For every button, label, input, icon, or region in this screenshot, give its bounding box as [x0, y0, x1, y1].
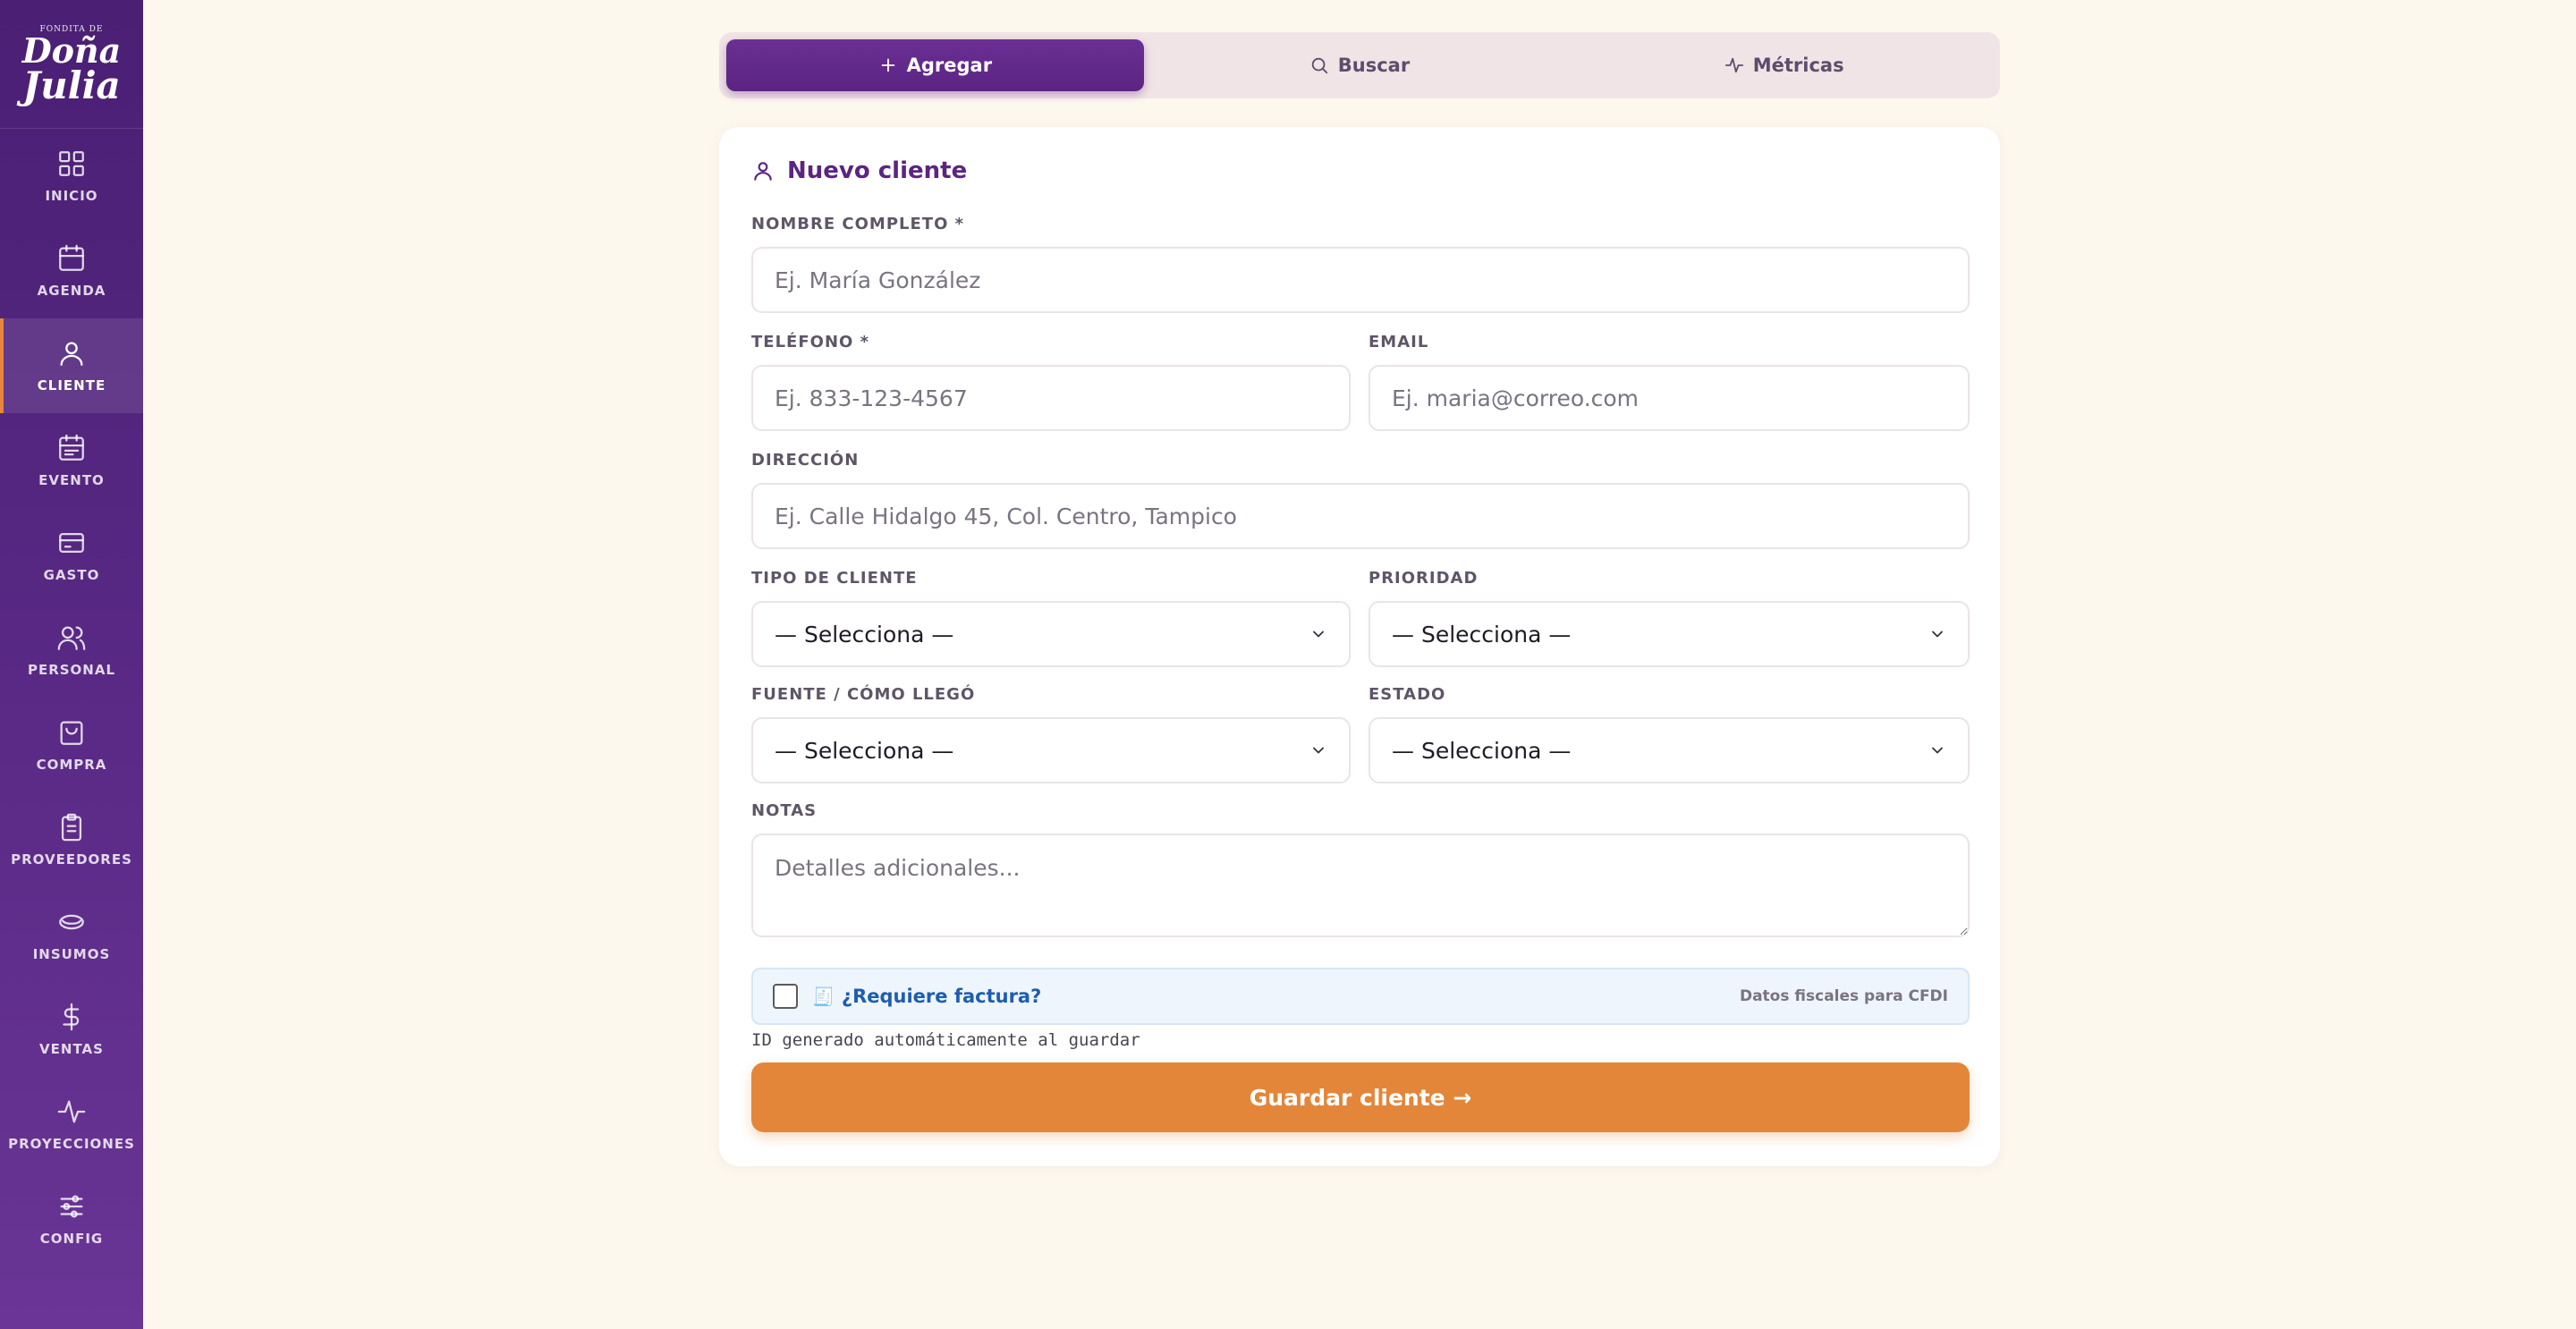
- prioridad-select-value: — Selecciona —: [1392, 621, 1572, 648]
- grid-icon: [59, 151, 84, 176]
- sidebar-item-cliente[interactable]: CLIENTE: [0, 318, 143, 413]
- sidebar-item-insumos[interactable]: INSUMOS: [0, 887, 143, 982]
- email-label: EMAIL: [1368, 333, 1429, 351]
- chevron-down-icon: [1932, 631, 1943, 638]
- form-title-text: Nuevo cliente: [787, 157, 968, 184]
- fuente-select[interactable]: — Selecciona —: [751, 717, 1351, 783]
- email-input[interactable]: [1368, 365, 1970, 431]
- sidebar-item-label: GASTO: [43, 567, 100, 583]
- brand-line2: Julia: [22, 63, 121, 107]
- tab-buscar[interactable]: Buscar: [1151, 39, 1569, 91]
- user-icon: [60, 342, 83, 366]
- estado-select-value: — Selecciona —: [1392, 737, 1572, 764]
- save-button[interactable]: Guardar cliente →: [751, 1062, 1970, 1132]
- direccion-input[interactable]: [751, 483, 1970, 549]
- activity-icon: [57, 1100, 86, 1123]
- chevron-down-icon: [1313, 631, 1324, 638]
- sidebar-item-label: PROVEEDORES: [11, 851, 132, 868]
- telefono-input[interactable]: [751, 365, 1351, 431]
- tab-agregar[interactable]: Agregar: [726, 39, 1144, 91]
- tab-label: Agregar: [906, 55, 993, 76]
- sidebar-item-label: CONFIG: [39, 1231, 104, 1247]
- sidebar-item-compra[interactable]: COMPRA: [0, 698, 143, 792]
- id-note: ID generado automáticamente al guardar: [751, 1030, 1140, 1050]
- tipo-select-value: — Selecciona —: [775, 621, 954, 648]
- sidebar-item-label: COMPRA: [36, 757, 107, 773]
- sidebar-item-gasto[interactable]: GASTO: [0, 508, 143, 603]
- tab-label: Buscar: [1337, 55, 1411, 76]
- sidebar-item-label: PROYECCIONES: [8, 1136, 135, 1152]
- telefono-label: TELÉFONO *: [751, 333, 869, 351]
- estado-select[interactable]: — Selecciona —: [1368, 717, 1970, 783]
- prioridad-select[interactable]: — Selecciona —: [1368, 601, 1970, 667]
- user-icon: [754, 162, 772, 181]
- activity-icon: [1724, 57, 1743, 73]
- factura-checkbox[interactable]: [773, 984, 798, 1009]
- plus-icon: [881, 58, 894, 72]
- sidebar-item-agenda[interactable]: AGENDA: [0, 224, 143, 318]
- sidebar-item-label: AGENDA: [37, 283, 106, 299]
- new-client-form: Nuevo cliente NOMBRE COMPLETO * TELÉFONO…: [719, 127, 2000, 1166]
- chevron-down-icon: [1932, 747, 1943, 754]
- prioridad-label: PRIORIDAD: [1368, 569, 1479, 588]
- dollar-icon: [63, 1003, 80, 1031]
- clipboard-icon: [61, 813, 82, 842]
- tipo-select[interactable]: — Selecciona —: [751, 601, 1351, 667]
- form-title: Nuevo cliente: [751, 157, 967, 184]
- brand-small: FONDITA DE: [39, 24, 104, 34]
- sidebar-item-label: PERSONAL: [27, 662, 116, 678]
- sidebar-item-config[interactable]: CONFIG: [0, 1172, 143, 1266]
- sidebar-item-inicio[interactable]: INICIO: [0, 129, 143, 224]
- sidebar-item-proveedores[interactable]: PROVEEDORES: [0, 792, 143, 887]
- users-icon: [57, 626, 86, 650]
- factura-note: Datos fiscales para CFDI: [1739, 987, 1948, 1005]
- sidebar-item-personal[interactable]: PERSONAL: [0, 603, 143, 698]
- fuente-select-value: — Selecciona —: [775, 737, 954, 764]
- sidebar-item-ventas[interactable]: VENTAS: [0, 982, 143, 1077]
- shopping-bag-icon: [60, 721, 83, 745]
- notas-textarea[interactable]: [751, 834, 1970, 937]
- calendar-icon: [59, 244, 84, 271]
- sidebar-item-evento[interactable]: EVENTO: [0, 413, 143, 508]
- sidebar-item-label: INSUMOS: [32, 946, 111, 962]
- sidebar-item-label: VENTAS: [39, 1041, 104, 1057]
- notas-label: NOTAS: [751, 801, 818, 820]
- tab-label: Métricas: [1752, 55, 1844, 76]
- factura-label[interactable]: ¿Requiere factura?: [842, 986, 1041, 1007]
- factura-row: 🧾 ¿Requiere factura? Datos fiscales para…: [751, 968, 1970, 1025]
- sidebar-item-proyecciones[interactable]: PROYECCIONES: [0, 1077, 143, 1172]
- chevron-down-icon: [1313, 747, 1324, 754]
- sliders-icon: [60, 1195, 83, 1218]
- fuente-label: FUENTE / CÓMO LLEGÓ: [751, 685, 976, 704]
- calendar-event-icon: [59, 434, 84, 461]
- tab-metricas[interactable]: Métricas: [1575, 39, 1993, 91]
- sidebar-item-label: EVENTO: [38, 472, 105, 488]
- sidebar-item-label: CLIENTE: [37, 377, 106, 394]
- tab-bar: Agregar Buscar Métricas: [719, 32, 2000, 98]
- estado-label: ESTADO: [1368, 685, 1446, 704]
- sidebar: FONDITA DE Doña Julia INICIO AGENDA CLIE…: [0, 0, 143, 1329]
- nombre-label: NOMBRE COMPLETO *: [751, 215, 965, 233]
- direccion-label: DIRECCIÓN: [751, 451, 860, 470]
- nombre-input[interactable]: [751, 247, 1970, 313]
- receipt-icon: 🧾: [812, 986, 835, 1007]
- bowl-icon: [59, 914, 84, 930]
- tipo-label: TIPO DE CLIENTE: [751, 569, 918, 588]
- wallet-icon: [59, 532, 84, 554]
- brand-logo[interactable]: FONDITA DE Doña Julia: [0, 0, 143, 129]
- search-icon: [1311, 57, 1327, 74]
- brand-line1: Doña: [21, 30, 122, 71]
- sidebar-item-label: INICIO: [45, 188, 98, 204]
